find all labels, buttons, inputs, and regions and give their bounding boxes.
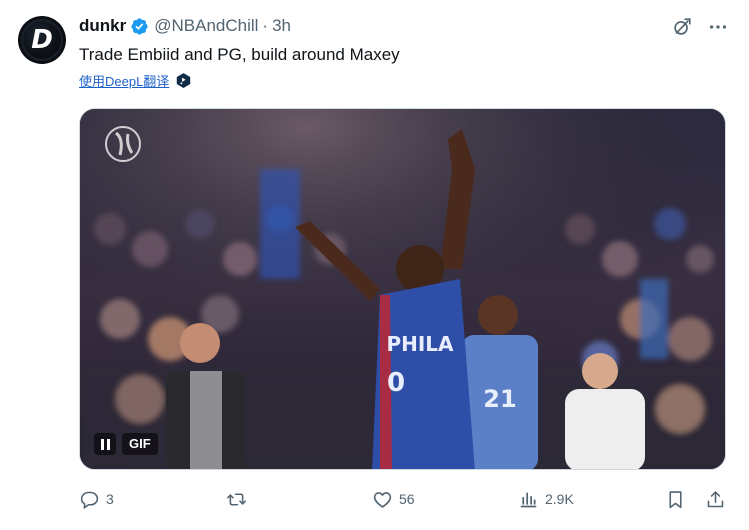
- avatar[interactable]: D: [18, 16, 66, 64]
- verified-badge-icon: [131, 17, 148, 35]
- retweet-icon: [226, 492, 247, 506]
- grok-icon[interactable]: [671, 16, 693, 38]
- retweet-button[interactable]: [226, 486, 253, 512]
- like-icon: [373, 491, 392, 508]
- jersey-number: 0: [387, 368, 405, 398]
- jersey-text: PHILA: [386, 332, 454, 356]
- tweet-media-gif[interactable]: 21 PHILA 0 GIF: [79, 108, 726, 470]
- translate-row: 使用DeepL翻译: [79, 71, 192, 90]
- tweet-actions: 3 56 2.9K: [79, 486, 731, 512]
- deepl-icon[interactable]: [175, 72, 192, 89]
- avatar-letter: D: [31, 25, 53, 55]
- like-count: 56: [399, 491, 415, 507]
- timestamp[interactable]: 3h: [272, 16, 291, 36]
- views-icon: [520, 492, 537, 507]
- views-count: 2.9K: [545, 491, 574, 507]
- tweet-text: Trade Embiid and PG, build around Maxey: [79, 45, 400, 64]
- translate-link[interactable]: 使用DeepL翻译: [79, 71, 169, 90]
- tweet-header: dunkr @NBAndChill · 3h: [79, 15, 291, 37]
- tweet-top-actions: [671, 16, 729, 38]
- like-button[interactable]: 56: [372, 486, 415, 512]
- views-button[interactable]: 2.9K: [518, 486, 574, 512]
- share-button[interactable]: [705, 486, 726, 512]
- gif-controls: GIF: [94, 433, 158, 455]
- author-name[interactable]: dunkr: [79, 16, 126, 36]
- separator-dot: ·: [262, 16, 269, 35]
- reply-count: 3: [106, 491, 114, 507]
- share-icon: [707, 490, 724, 507]
- gif-frame: 21 PHILA 0: [80, 109, 725, 469]
- reply-button[interactable]: 3: [79, 486, 114, 512]
- bookmark-icon: [669, 490, 682, 508]
- more-icon[interactable]: [707, 16, 729, 38]
- pause-icon[interactable]: [94, 433, 116, 455]
- gif-badge: GIF: [122, 433, 158, 455]
- author-handle[interactable]: @NBAndChill: [154, 16, 258, 36]
- second-jersey-number: 21: [483, 385, 516, 413]
- reply-icon: [80, 491, 99, 509]
- bookmark-button[interactable]: [665, 486, 686, 512]
